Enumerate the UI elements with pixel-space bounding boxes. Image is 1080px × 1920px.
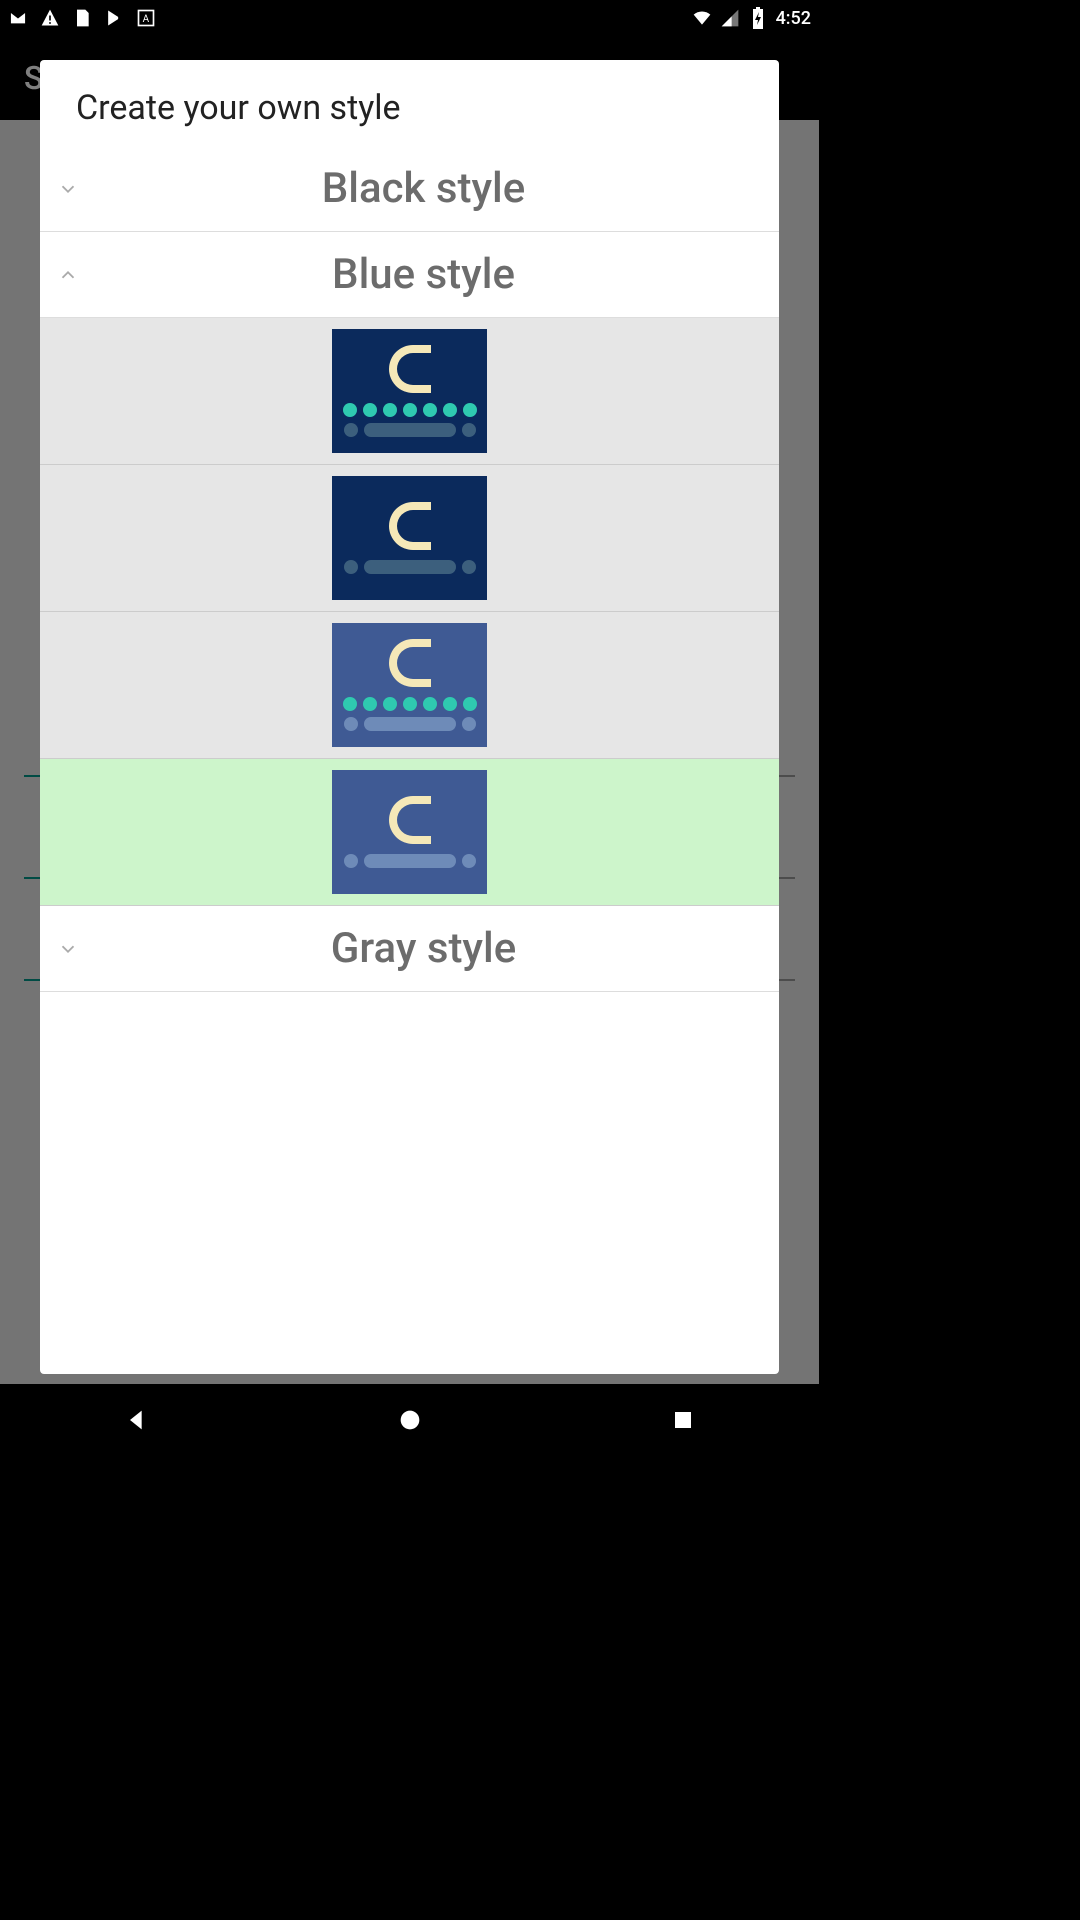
style-label: Blue style bbox=[82, 250, 765, 299]
style-row-blue[interactable]: Blue style bbox=[40, 232, 779, 318]
keyboard-preview-icon bbox=[332, 329, 487, 453]
keyboard-preview-icon bbox=[332, 476, 487, 600]
play-store-icon bbox=[104, 8, 124, 28]
status-time: 4:52 bbox=[776, 8, 811, 29]
keyboard-preview-icon bbox=[332, 770, 487, 894]
home-button[interactable] bbox=[378, 1388, 442, 1452]
sd-card-icon bbox=[72, 8, 92, 28]
navigation-bar bbox=[0, 1384, 819, 1456]
svg-text:A: A bbox=[143, 14, 150, 25]
keyboard-preview-icon bbox=[332, 623, 487, 747]
style-label: Gray style bbox=[82, 924, 765, 973]
cell-signal-icon bbox=[720, 8, 740, 28]
style-picker-dialog: Create your own style Black style Blue s… bbox=[40, 60, 779, 1374]
back-button[interactable] bbox=[105, 1388, 169, 1452]
chevron-down-icon bbox=[54, 175, 82, 203]
style-row-gray[interactable]: Gray style bbox=[40, 906, 779, 992]
blue-preview-2[interactable] bbox=[40, 465, 779, 612]
battery-charging-icon bbox=[748, 8, 768, 28]
style-label: Black style bbox=[82, 164, 765, 213]
warning-icon bbox=[40, 8, 60, 28]
dialog-title: Create your own style bbox=[40, 60, 779, 146]
blue-preview-1[interactable] bbox=[40, 318, 779, 465]
blue-preview-4-selected[interactable] bbox=[40, 759, 779, 906]
text-box-icon: A bbox=[136, 8, 156, 28]
blue-preview-3[interactable] bbox=[40, 612, 779, 759]
chevron-up-icon bbox=[54, 261, 82, 289]
wifi-icon bbox=[692, 8, 712, 28]
recents-button[interactable] bbox=[651, 1388, 715, 1452]
gmail-icon bbox=[8, 8, 28, 28]
chevron-down-icon bbox=[54, 935, 82, 963]
style-row-black[interactable]: Black style bbox=[40, 146, 779, 232]
status-bar: A 4:52 bbox=[0, 0, 819, 36]
